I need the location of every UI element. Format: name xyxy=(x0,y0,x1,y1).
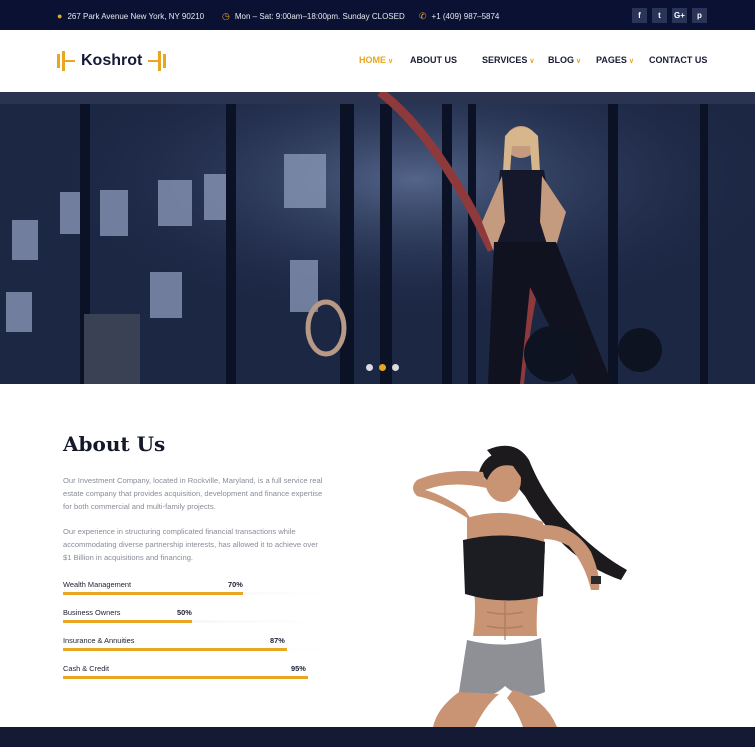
top-info-bar: ● 267 Park Avenue New York, NY 90210 ◷ M… xyxy=(0,0,755,30)
phone-text[interactable]: +1 (409) 987–5874 xyxy=(432,12,500,21)
nav-blog-label: BLOG xyxy=(548,55,574,65)
skill-label: Business Owners xyxy=(63,608,121,617)
skill-bar-insurance-annuities: Insurance & Annuities 87% xyxy=(63,636,325,664)
skill-label: Wealth Management xyxy=(63,580,132,589)
chevron-down-icon: ∨ xyxy=(576,58,582,65)
about-title: About Us xyxy=(63,432,166,456)
about-paragraph-1: Our Investment Company, located in Rockv… xyxy=(63,476,323,511)
nav-home-label: HOME xyxy=(359,55,386,65)
hero-slider xyxy=(0,92,755,384)
skill-bar-business-owners: Business Owners 50% xyxy=(63,608,325,636)
address-text: 267 Park Avenue New York, NY 90210 xyxy=(67,11,205,21)
nav-services-label: SERVICES xyxy=(482,55,528,65)
nav-blog[interactable]: BLOG ∨ xyxy=(548,55,581,65)
facebook-icon[interactable]: f xyxy=(632,8,647,23)
clock-icon: ◷ xyxy=(222,11,230,21)
footer-strip xyxy=(0,727,755,747)
hours-text: Mon – Sat: 9:00am–18:00pm. Sunday CLOSED xyxy=(234,12,405,21)
brand-name: Koshrot xyxy=(81,52,143,69)
twitter-icon[interactable]: t xyxy=(652,8,667,23)
nav-home[interactable]: HOME ∨ xyxy=(359,55,393,65)
phone-icon: ✆ xyxy=(419,11,427,21)
nav-about-us[interactable]: ABOUT US xyxy=(410,55,457,65)
chevron-down-icon: ∨ xyxy=(628,58,634,65)
skill-fill xyxy=(63,676,308,679)
skill-label: Cash & Credit xyxy=(63,664,110,673)
skill-percent: 95% xyxy=(291,664,306,673)
skill-fill xyxy=(63,648,287,651)
slider-dot[interactable] xyxy=(392,364,399,371)
chevron-down-icon: ∨ xyxy=(529,58,535,65)
dumbbell-icon xyxy=(148,51,167,71)
site-logo[interactable]: Koshrot xyxy=(55,46,168,76)
slider-dot[interactable] xyxy=(366,364,373,371)
nav-services[interactable]: SERVICES ∨ xyxy=(482,55,534,65)
nav-contact-us[interactable]: CONTACT US xyxy=(649,55,707,65)
skill-fill xyxy=(63,620,192,623)
nav-pages[interactable]: PAGES ∨ xyxy=(596,55,634,65)
nav-about-label: ABOUT US xyxy=(410,55,457,65)
google-plus-icon[interactable]: G+ xyxy=(672,8,687,23)
about-paragraph-2: Our experience in structuring complicate… xyxy=(63,527,318,562)
skill-bar-wealth-management: Wealth Management 70% xyxy=(63,580,325,608)
skill-percent: 87% xyxy=(270,636,285,645)
address-item: ● 267 Park Avenue New York, NY 90210 xyxy=(57,11,204,21)
skill-percent: 70% xyxy=(228,580,243,589)
nav-pages-label: PAGES xyxy=(596,55,627,65)
dumbbell-icon xyxy=(57,51,75,71)
hero-gym-image xyxy=(0,92,755,384)
skill-bar-cash-credit: Cash & Credit 95% xyxy=(63,664,325,692)
fitness-woman-image xyxy=(413,445,627,727)
skill-percent: 50% xyxy=(177,608,192,617)
pinterest-icon[interactable]: p xyxy=(692,8,707,23)
nav-contact-label: CONTACT US xyxy=(649,55,708,65)
phone-item[interactable]: ✆ +1 (409) 987–5874 xyxy=(419,11,499,22)
location-pin-icon: ● xyxy=(57,11,63,21)
site-header: Koshrot HOME ∨ ABOUT US SERVICES ∨ BLOG ∨ P… xyxy=(0,30,755,92)
hours-item: ◷ Mon – Sat: 9:00am–18:00pm. Sunday CLOS… xyxy=(222,11,405,22)
chevron-down-icon: ∨ xyxy=(388,58,394,65)
skill-label: Insurance & Annuities xyxy=(63,636,135,645)
slider-dot-active[interactable] xyxy=(379,364,386,371)
skill-fill xyxy=(63,592,243,595)
slider-dots xyxy=(366,364,399,371)
